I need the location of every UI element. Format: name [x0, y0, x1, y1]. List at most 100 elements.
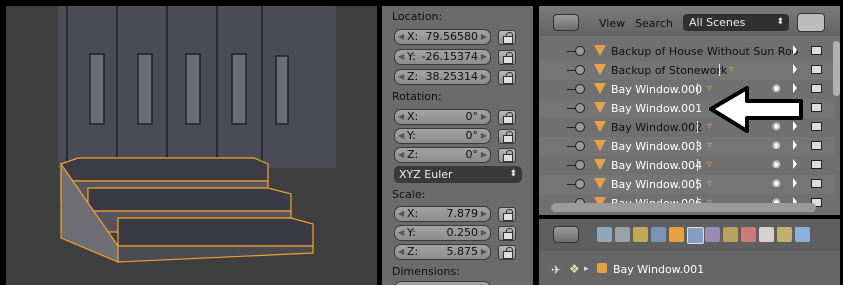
expand-icon[interactable] [567, 103, 585, 113]
render-icon[interactable] [811, 160, 822, 169]
outliner-item-name[interactable]: Bay Window.001 [611, 102, 702, 115]
render-icon[interactable] [811, 122, 822, 131]
increment-arrow-icon[interactable]: ▶ [481, 30, 487, 44]
3d-viewport[interactable] [6, 6, 377, 285]
render-icon[interactable] [811, 46, 822, 55]
search-menu[interactable]: Search [635, 17, 673, 30]
rotation-x-field[interactable]: ◀ X: 0° ▶ [394, 109, 491, 125]
outliner-row[interactable]: Bay Window.003 ▿ ◉ [539, 137, 835, 156]
expand-icon[interactable] [567, 46, 585, 56]
decrement-arrow-icon[interactable]: ◀ [398, 30, 404, 44]
lock-icon[interactable] [498, 110, 516, 125]
outliner-row[interactable]: Bay Window.000 ▿ ◉ [539, 80, 835, 99]
select-cursor-icon[interactable] [793, 64, 797, 74]
outliner-row[interactable]: Bay Window.004 ▿ ◉ [539, 156, 835, 175]
lock-icon[interactable] [498, 148, 516, 163]
render-tab-icon[interactable] [597, 227, 612, 242]
increment-arrow-icon[interactable]: ▶ [481, 207, 487, 221]
outliner-row[interactable]: Backup of House Without Sun Roo [539, 42, 835, 61]
decrement-arrow-icon[interactable]: ◀ [398, 129, 404, 143]
eye-icon[interactable]: ◉ [772, 83, 781, 94]
render-icon[interactable] [811, 65, 822, 74]
rotation-mode-select[interactable]: XYZ Euler ⬍ [394, 166, 522, 183]
lock-icon[interactable] [498, 207, 516, 222]
decrement-arrow-icon[interactable]: ◀ [398, 70, 404, 84]
select-cursor-icon[interactable] [793, 140, 797, 150]
eye-icon[interactable]: ◉ [772, 102, 781, 113]
outliner-item-name[interactable]: Backup of Stonework [611, 64, 727, 77]
particles-tab-icon[interactable] [777, 227, 792, 242]
render-icon[interactable] [811, 84, 822, 93]
scale-y-field[interactable]: ◀ Y: 0.250 ▶ [394, 225, 491, 241]
lock-icon[interactable] [498, 30, 516, 45]
scale-z-field[interactable]: ◀ Z: 5.875 ▶ [394, 244, 491, 260]
select-cursor-icon[interactable] [793, 83, 797, 93]
render-layers-tab-icon[interactable] [615, 227, 630, 242]
eye-icon[interactable]: ◉ [772, 178, 781, 189]
expand-icon[interactable] [567, 160, 585, 170]
rotation-z-field[interactable]: ◀ Z: 0° ▶ [394, 147, 491, 163]
outliner-item-name[interactable]: Bay Window.000 [611, 83, 702, 96]
select-cursor-icon[interactable] [793, 102, 797, 112]
world-tab-icon[interactable] [651, 227, 666, 242]
texture-tab-icon[interactable] [759, 227, 774, 242]
lock-icon[interactable] [498, 129, 516, 144]
render-icon[interactable] [811, 141, 822, 150]
select-cursor-icon[interactable] [793, 45, 797, 55]
outliner-row-selected[interactable]: Bay Window.001 ◉ [539, 99, 835, 118]
physics-tab-icon[interactable] [795, 227, 810, 242]
lock-icon[interactable] [498, 226, 516, 241]
expand-icon[interactable] [567, 179, 585, 189]
dimensions-x-field[interactable] [394, 281, 491, 285]
horizontal-scrollbar[interactable] [551, 203, 816, 212]
expand-icon[interactable] [567, 84, 585, 94]
lock-icon[interactable] [498, 50, 516, 65]
editor-type-button[interactable] [553, 14, 579, 31]
location-z-field[interactable]: ◀ Z: 38.25314 ▶ [394, 69, 491, 85]
outliner-item-name[interactable]: Bay Window.005 [611, 178, 702, 191]
constraints-tab-icon[interactable] [687, 227, 704, 244]
scale-x-field[interactable]: ◀ X: 7.879 ▶ [394, 206, 491, 222]
outliner-row[interactable]: Bay Window.002 ▿ ◉ [539, 118, 835, 137]
decrement-arrow-icon[interactable]: ◀ [398, 207, 404, 221]
display-mode-select[interactable]: All Scenes ⬍ [683, 14, 789, 31]
render-icon[interactable] [811, 179, 822, 188]
select-cursor-icon[interactable] [793, 159, 797, 169]
vertical-scrollbar[interactable] [833, 41, 840, 96]
rotation-y-field[interactable]: ◀ Y: 0° ▶ [394, 128, 491, 144]
eye-icon[interactable]: ◉ [772, 121, 781, 132]
location-x-field[interactable]: ◀ X: 79.56580 ▶ [394, 29, 491, 45]
lock-icon[interactable] [498, 70, 516, 85]
expand-icon[interactable] [567, 122, 585, 132]
material-tab-icon[interactable] [741, 227, 756, 242]
pin-icon[interactable]: ✈ [551, 263, 561, 277]
expand-icon[interactable] [567, 65, 585, 75]
outliner-item-name[interactable]: Bay Window.003 [611, 140, 702, 153]
increment-arrow-icon[interactable]: ▶ [481, 226, 487, 240]
increment-arrow-icon[interactable]: ▶ [481, 148, 487, 162]
render-icon[interactable] [811, 103, 822, 112]
outliner-item-name[interactable]: Backup of House Without Sun Roo [611, 45, 798, 58]
view-menu[interactable]: View [599, 17, 625, 30]
decrement-arrow-icon[interactable]: ◀ [398, 148, 404, 162]
increment-arrow-icon[interactable]: ▶ [481, 129, 487, 143]
decrement-arrow-icon[interactable]: ◀ [398, 245, 404, 259]
select-cursor-icon[interactable] [793, 178, 797, 188]
location-y-field[interactable]: ◀ Y: -26.15374 ▶ [394, 49, 491, 65]
expand-icon[interactable] [567, 141, 585, 151]
scene-tab-icon[interactable] [633, 227, 648, 242]
outliner-row[interactable]: Bay Window.005 ▿ ◉ [539, 175, 835, 194]
eye-icon[interactable]: ◉ [772, 140, 781, 151]
modifiers-tab-icon[interactable] [705, 227, 720, 242]
increment-arrow-icon[interactable]: ▶ [481, 110, 487, 124]
outliner-item-name[interactable]: Bay Window.002 [611, 121, 702, 134]
object-tab-icon[interactable] [669, 227, 684, 242]
data-tab-icon[interactable] [723, 227, 738, 242]
decrement-arrow-icon[interactable]: ◀ [398, 110, 404, 124]
increment-arrow-icon[interactable]: ▶ [481, 245, 487, 259]
decrement-arrow-icon[interactable]: ◀ [398, 50, 404, 64]
eye-icon[interactable]: ◉ [772, 159, 781, 170]
increment-arrow-icon[interactable]: ▶ [481, 70, 487, 84]
outliner-row[interactable]: Backup of Stonework ▿ [539, 61, 835, 80]
decrement-arrow-icon[interactable]: ◀ [398, 226, 404, 240]
